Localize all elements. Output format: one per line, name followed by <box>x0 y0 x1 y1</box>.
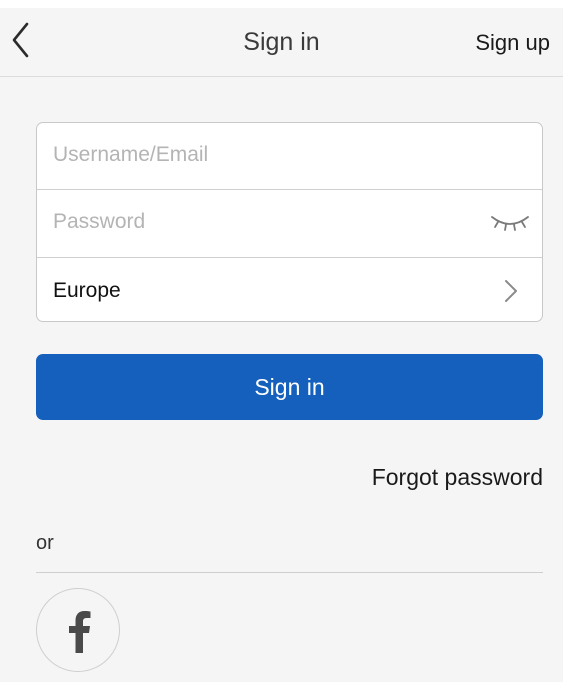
username-row <box>37 123 542 189</box>
facebook-icon <box>69 611 91 653</box>
password-visibility-toggle[interactable] <box>490 212 530 234</box>
login-form: Europe <box>36 122 543 322</box>
back-button[interactable] <box>10 20 50 64</box>
region-selector[interactable]: Europe <box>37 257 542 321</box>
navigation-bar: Sign in Sign up <box>0 8 563 77</box>
username-input[interactable] <box>53 137 473 173</box>
forgot-password-link[interactable]: Forgot password <box>372 464 543 491</box>
eye-closed-icon <box>491 216 529 231</box>
sign-in-button[interactable]: Sign in <box>36 354 543 420</box>
password-row <box>37 189 542 257</box>
facebook-login-button[interactable] <box>36 588 120 672</box>
sign-in-screen: Sign in Sign up Europe <box>0 8 563 682</box>
chevron-left-icon <box>12 22 29 58</box>
divider <box>36 572 543 573</box>
region-value: Europe <box>53 279 121 302</box>
or-separator-label: or <box>36 532 54 554</box>
chevron-right-icon <box>505 280 517 302</box>
password-input[interactable] <box>53 204 473 240</box>
sign-up-link[interactable]: Sign up <box>475 30 550 56</box>
